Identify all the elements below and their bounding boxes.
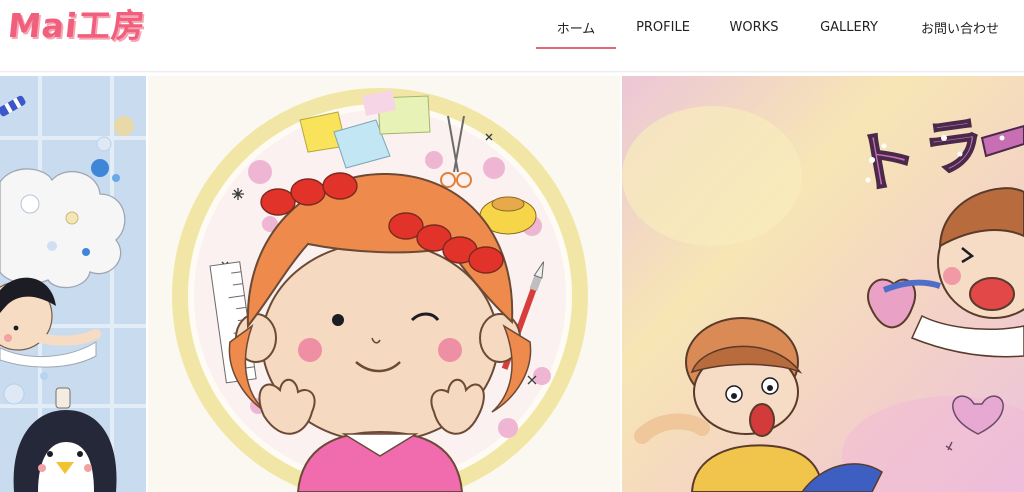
hero-slide-boys[interactable]: ト ラ xyxy=(622,76,1024,492)
hero-slide-girl-portrait[interactable] xyxy=(148,76,620,492)
nav-item-works[interactable]: WORKS xyxy=(730,0,779,54)
site-header: Mai工房 ホーム PROFILE WORKS GALLERY お問い合わせ xyxy=(0,0,1024,72)
site-logo[interactable]: Mai工房 xyxy=(6,6,148,46)
hero-slider: ト ラ xyxy=(0,73,1024,492)
girl-portrait-illustration xyxy=(148,76,620,492)
main-nav: ホーム PROFILE WORKS GALLERY お問い合わせ xyxy=(536,0,1024,72)
nav-item-home[interactable]: ホーム xyxy=(536,0,616,54)
nav-item-contact[interactable]: お問い合わせ xyxy=(920,0,1000,54)
nav-item-profile[interactable]: PROFILE xyxy=(636,0,690,54)
boys-illustration: ト ラ xyxy=(622,76,1024,492)
nav-item-gallery[interactable]: GALLERY xyxy=(818,0,880,54)
svg-text:ラ: ラ xyxy=(920,109,989,187)
girl-bubbles-illustration xyxy=(0,76,146,492)
svg-text:ト: ト xyxy=(847,120,923,204)
hero-slide-girl-bubbles[interactable] xyxy=(0,76,146,492)
